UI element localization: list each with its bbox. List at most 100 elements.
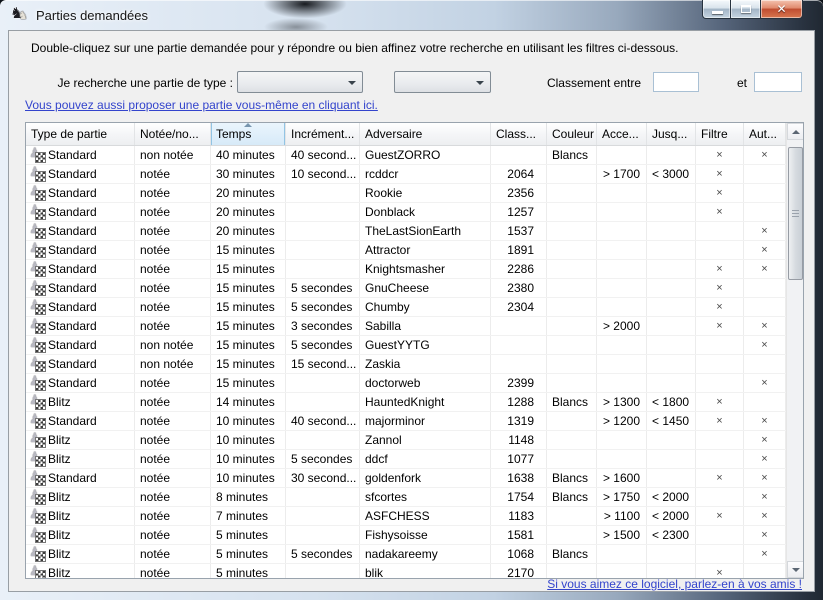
game-type-value: Standard [48, 203, 97, 221]
table-row[interactable]: ♟Blitznotée5 minutesFishysoisse1581> 150… [26, 526, 786, 545]
table-row[interactable]: ♟Blitznotée7 minutesASFCHESS1183> 1100< … [26, 507, 786, 526]
cell-color [547, 507, 597, 525]
cell-increment: 5 secondes [286, 336, 360, 354]
cell-auto: × [744, 450, 786, 468]
cell-type: ♟Standard [26, 241, 135, 259]
table-row[interactable]: ♟Standardnotée20 minutesRookie2356× [26, 184, 786, 203]
cell-rated: notée [135, 260, 211, 278]
column-header-increment[interactable]: Incrément... [286, 123, 360, 145]
cell-accept-above: > 1200 [597, 412, 647, 430]
cell-rated: notée [135, 412, 211, 430]
cell-rated: notée [135, 203, 211, 221]
propose-game-link[interactable]: Vous pouvez aussi proposer une partie vo… [25, 98, 378, 112]
table-row[interactable]: ♟Standardnotée10 minutes40 second...majo… [26, 412, 786, 431]
column-header-adversary[interactable]: Adversaire [360, 123, 491, 145]
rating-max-input[interactable] [754, 72, 802, 92]
cell-adversary: nadakareemy [360, 545, 491, 563]
table-row[interactable]: ♟Standardnotée10 minutes30 second...gold… [26, 469, 786, 488]
cell-rating: 1288 [491, 393, 547, 411]
cell-color [547, 336, 597, 354]
table-row[interactable]: ♟Standardnotée15 minutesAttractor1891× [26, 241, 786, 260]
cell-rated: notée [135, 545, 211, 563]
cell-increment [286, 507, 360, 525]
cell-rated: notée [135, 469, 211, 487]
table-row[interactable]: ♟Standardnon notée15 minutes15 second...… [26, 355, 786, 374]
table-row[interactable]: ♟Standardnotée15 minutesdoctorweb2399× [26, 374, 786, 393]
cell-accept-above: > 1300 [597, 393, 647, 411]
cell-increment [286, 184, 360, 202]
game-type-select[interactable] [237, 71, 363, 93]
table-row[interactable]: ♟Blitznotée8 minutessfcortes1754Blancs> … [26, 488, 786, 507]
scrollbar-down-button[interactable] [787, 561, 804, 578]
cell-adversary: sfcortes [360, 488, 491, 506]
table-row[interactable]: ♟Blitznotée10 minutes5 secondesddcf1077× [26, 450, 786, 469]
close-button[interactable]: ✕ [760, 0, 803, 19]
game-type-value: Standard [48, 146, 97, 164]
game-type-value: Standard [48, 222, 97, 240]
cell-increment [286, 526, 360, 544]
cell-auto [744, 184, 786, 202]
table-row[interactable]: ♟Blitznotée5 minutesblik2170× [26, 564, 786, 578]
cell-adversary: GnuCheese [360, 279, 491, 297]
cell-time: 15 minutes [211, 298, 286, 316]
cell-time: 7 minutes [211, 507, 286, 525]
table-row[interactable]: ♟Standardnotée15 minutesKnightsmasher228… [26, 260, 786, 279]
column-header-accept-above[interactable]: Acce... [597, 123, 647, 145]
close-icon: ✕ [761, 2, 802, 16]
cell-type: ♟Standard [26, 222, 135, 240]
cell-type: ♟Blitz [26, 393, 135, 411]
table-row[interactable]: ♟Standardnon notée40 minutes40 second...… [26, 146, 786, 165]
table-row[interactable]: ♟Standardnotée15 minutes5 secondesChumby… [26, 298, 786, 317]
column-header-time[interactable]: Temps [211, 123, 286, 145]
column-header-auto[interactable]: Aut... [744, 123, 786, 145]
chessboard-pawn-icon: ♟ [29, 205, 45, 220]
rating-min-input[interactable] [653, 72, 699, 92]
table-row[interactable]: ♟Blitznotée5 minutes5 secondesnadakareem… [26, 545, 786, 564]
table-row[interactable]: ♟Standardnotée15 minutes3 secondesSabill… [26, 317, 786, 336]
table-row[interactable]: ♟Blitznotée10 minutesZannol1148× [26, 431, 786, 450]
cell-type: ♟Standard [26, 317, 135, 335]
cell-rating: 2304 [491, 298, 547, 316]
game-type-value: Standard [48, 184, 97, 202]
table-row[interactable]: ♟Blitznotée14 minutesHauntedKnight1288Bl… [26, 393, 786, 412]
cell-type: ♟Blitz [26, 488, 135, 506]
cell-color [547, 450, 597, 468]
cell-accept-below [647, 545, 696, 563]
column-header-type[interactable]: Type de partie [26, 123, 135, 145]
cell-rating: 1077 [491, 450, 547, 468]
cell-rated: notée [135, 184, 211, 202]
cell-adversary: majorminor [360, 412, 491, 430]
column-header-filter[interactable]: Filtre [696, 123, 744, 145]
cell-accept-below [647, 260, 696, 278]
cell-color [547, 355, 597, 373]
column-header-rated[interactable]: Notée/no... [135, 123, 211, 145]
cell-time: 10 minutes [211, 412, 286, 430]
instruction-text: Double-cliquez sur une partie demandée p… [31, 41, 678, 55]
table-row[interactable]: ♟Standardnotée20 minutesDonblack1257× [26, 203, 786, 222]
chessboard-pawn-icon: ♟ [29, 167, 45, 182]
cell-type: ♟Blitz [26, 507, 135, 525]
minimize-button[interactable] [702, 0, 731, 19]
game-variant-select[interactable] [394, 71, 491, 93]
cell-type: ♟Standard [26, 298, 135, 316]
vertical-scrollbar[interactable] [786, 123, 803, 578]
column-header-accept-below[interactable]: Jusq... [647, 123, 696, 145]
chessboard-pawn-icon: ♟ [29, 376, 45, 391]
scrollbar-thumb[interactable] [788, 147, 803, 280]
maximize-button[interactable] [731, 0, 760, 19]
tell-friends-link[interactable]: Si vous aimez ce logiciel, parlez-en à v… [547, 577, 802, 591]
cell-accept-above [597, 431, 647, 449]
column-header-color[interactable]: Couleur [547, 123, 597, 145]
cell-rated: notée [135, 241, 211, 259]
table-row[interactable]: ♟Standardnotée15 minutes5 secondesGnuChe… [26, 279, 786, 298]
table-row[interactable]: ♟Standardnotée30 minutes10 second...rcdd… [26, 165, 786, 184]
cell-filter [696, 355, 744, 373]
cell-auto: × [744, 526, 786, 544]
table-row[interactable]: ♟Standardnotée20 minutesTheLastSionEarth… [26, 222, 786, 241]
cell-accept-below [647, 241, 696, 259]
cell-time: 15 minutes [211, 260, 286, 278]
scrollbar-up-button[interactable] [787, 123, 804, 140]
column-header-rating[interactable]: Class... [491, 123, 547, 145]
cell-color [547, 279, 597, 297]
table-row[interactable]: ♟Standardnon notée15 minutes5 secondesGu… [26, 336, 786, 355]
